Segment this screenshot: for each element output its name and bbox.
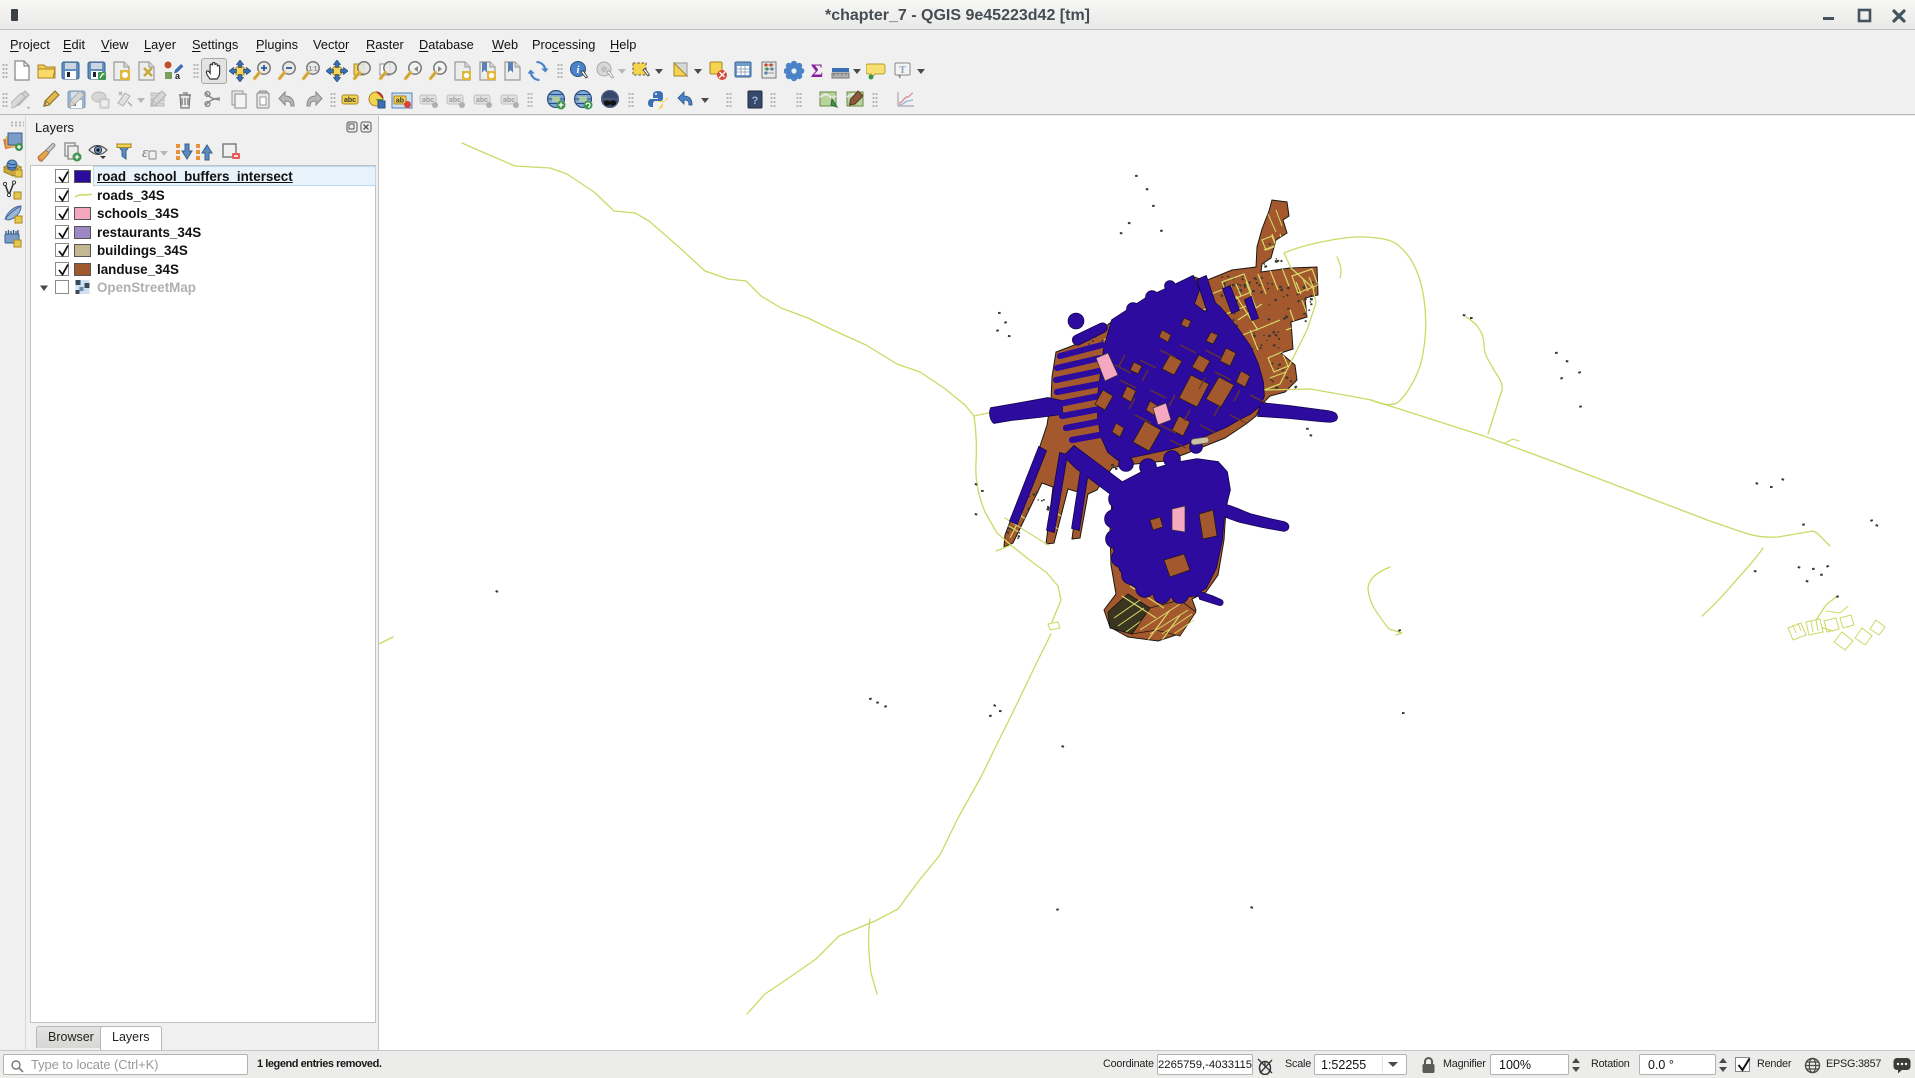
- svg-text:abc: abc: [503, 97, 515, 104]
- svg-text:a: a: [175, 71, 181, 81]
- svg-text:abc: abc: [344, 97, 356, 104]
- svg-text:Σ: Σ: [811, 61, 823, 82]
- svg-text:abc: abc: [422, 97, 434, 104]
- svg-text:T: T: [899, 64, 907, 76]
- svg-text:abc: abc: [449, 97, 461, 104]
- svg-text:ε: ε: [142, 145, 148, 161]
- svg-text:ab: ab: [396, 98, 404, 105]
- svg-text:1:1: 1:1: [308, 66, 317, 73]
- svg-text:abc: abc: [476, 97, 488, 104]
- svg-text:?: ?: [752, 95, 759, 107]
